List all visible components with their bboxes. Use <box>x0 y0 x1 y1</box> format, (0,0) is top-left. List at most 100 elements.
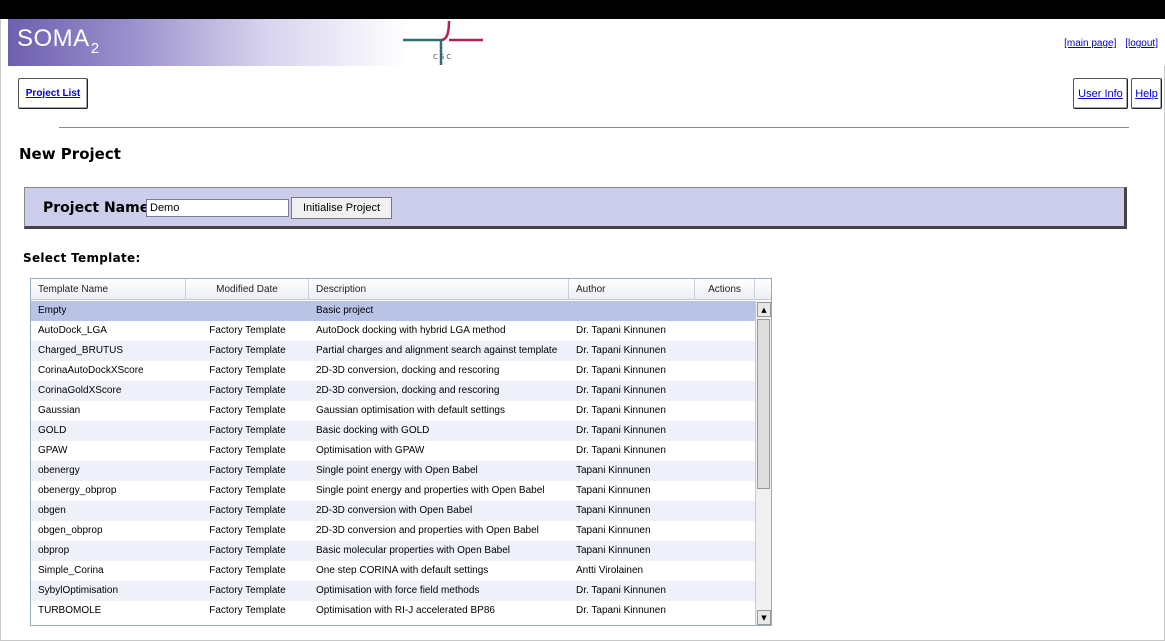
cell-modified-date: Factory Template <box>209 325 286 336</box>
cell-actions <box>695 541 755 561</box>
project-name-label: Project Name: <box>43 200 155 216</box>
cell-template-name: Empty <box>38 305 67 316</box>
cell-modified-date: Factory Template <box>209 605 286 616</box>
cell-author: Tapani Kinnunen <box>576 465 651 476</box>
main-page-link[interactable]: [main page] <box>1064 38 1116 49</box>
table-row[interactable]: obenergy Factory Template Single point ene… <box>31 461 755 481</box>
table-row[interactable]: Empty Basic project <box>31 301 755 321</box>
column-header-template-name[interactable]: Template Name <box>31 279 186 300</box>
initialise-project-button[interactable]: Initialise Project <box>291 197 392 219</box>
cell-modified-date: Factory Template <box>209 465 286 476</box>
table-row[interactable]: Charged_BRUTUS Factory Template Partial ch… <box>31 341 755 361</box>
vertical-scrollbar[interactable]: ▲ ▼ <box>755 301 771 625</box>
cell-modified-date: Factory Template <box>209 425 286 436</box>
cell-author: Dr. Tapani Kinnunen <box>576 325 666 336</box>
scroll-up-icon[interactable]: ▲ <box>757 302 771 317</box>
cell-template-name: SybylOptimisation <box>38 585 119 596</box>
table-row[interactable]: CorinaAutoDockXScore Factory Template 2D-3… <box>31 361 755 381</box>
cell-template-name: obgen_obprop <box>38 525 103 536</box>
cell-description: Basic molecular properties with Open Bab… <box>316 545 510 556</box>
table-row[interactable]: GOLD Factory Template Basic docking with G… <box>31 421 755 441</box>
project-name-input[interactable] <box>146 199 289 217</box>
scrollbar-thumb[interactable] <box>757 319 770 489</box>
table-row[interactable]: obenergy_obprop Factory Template Single po… <box>31 481 755 501</box>
cell-modified-date: Factory Template <box>209 405 286 416</box>
table-row[interactable]: AutoDock_LGA Factory Template AutoDock doc… <box>31 321 755 341</box>
column-header-modified-date[interactable]: Modified Date <box>186 279 309 300</box>
cell-template-name: AutoDock_LGA <box>38 325 107 336</box>
header-links: [main page] [logout] <box>1058 38 1158 49</box>
grid-header: Template Name Modified Date Description … <box>31 279 771 300</box>
cell-template-name: obgen <box>38 505 66 516</box>
cell-actions <box>695 601 755 621</box>
cell-actions <box>695 581 755 601</box>
cell-author: Antti Virolainen <box>576 565 644 576</box>
column-header-actions[interactable]: Actions <box>695 279 755 300</box>
csc-text: CSC <box>433 53 454 61</box>
table-row[interactable]: SybylOptimisation Factory Template Optimis… <box>31 581 755 601</box>
table-row[interactable]: obgen_obprop Factory Template 2D-3D conver… <box>31 521 755 541</box>
user-info-button[interactable]: User Info <box>1073 78 1128 109</box>
cell-modified-date: Factory Template <box>209 345 286 356</box>
cell-author: Dr. Tapani Kinnunen <box>576 365 666 376</box>
project-name-bar: Project Name: Initialise Project <box>24 187 1127 229</box>
cell-author: Dr. Tapani Kinnunen <box>576 585 666 596</box>
cell-description: Optimisation with RI-J accelerated BP86 <box>316 605 495 616</box>
cell-actions <box>695 321 755 341</box>
cell-author: Tapani Kinnunen <box>576 485 651 496</box>
cell-template-name: obenergy <box>38 465 80 476</box>
column-header-author[interactable]: Author <box>569 279 695 300</box>
project-list-button[interactable]: Project List <box>18 78 88 109</box>
cell-actions <box>695 461 755 481</box>
table-row[interactable]: obgen Factory Template 2D-3D conversion wi… <box>31 501 755 521</box>
cell-actions <box>695 521 755 541</box>
table-row[interactable]: GPAW Factory Template Optimisation with GP… <box>31 441 755 461</box>
cell-author <box>576 301 695 321</box>
cell-description: AutoDock docking with hybrid LGA method <box>316 325 506 336</box>
cell-actions <box>695 561 755 581</box>
cell-author: Tapani Kinnunen <box>576 505 651 516</box>
cell-modified-date: Factory Template <box>209 565 286 576</box>
top-bar <box>0 0 1165 19</box>
cell-modified-date: Factory Template <box>209 445 286 456</box>
cell-actions <box>695 301 755 321</box>
cell-template-name: Simple_Corina <box>38 565 104 576</box>
cell-modified-date: Factory Template <box>209 385 286 396</box>
cell-description: Single point energy with Open Babel <box>316 465 478 476</box>
table-row[interactable]: Gaussian Factory Template Gaussian optimis… <box>31 401 755 421</box>
divider <box>59 127 1129 128</box>
help-button[interactable]: Help <box>1131 78 1162 109</box>
cell-template-name: obenergy_obprop <box>38 485 117 496</box>
table-row[interactable]: Simple_Corina Factory Template One step CO… <box>31 561 755 581</box>
cell-actions <box>695 421 755 441</box>
cell-template-name: Charged_BRUTUS <box>38 345 124 356</box>
cell-author: Dr. Tapani Kinnunen <box>576 605 666 616</box>
cell-description: 2D-3D conversion, docking and rescoring <box>316 365 500 376</box>
cell-actions <box>695 381 755 401</box>
scroll-down-icon[interactable]: ▼ <box>757 610 771 625</box>
cell-modified-date: Factory Template <box>209 485 286 496</box>
cell-author: Dr. Tapani Kinnunen <box>576 405 666 416</box>
cell-template-name: GOLD <box>38 425 67 436</box>
cell-modified-date: Factory Template <box>209 525 286 536</box>
column-header-description[interactable]: Description <box>309 279 569 300</box>
template-grid: Template Name Modified Date Description … <box>30 278 772 626</box>
logout-link[interactable]: [logout] <box>1125 38 1158 49</box>
cell-actions <box>695 501 755 521</box>
cell-description: Single point energy and properties with … <box>316 485 545 496</box>
cell-actions <box>695 481 755 501</box>
cell-description: Basic docking with GOLD <box>316 425 430 436</box>
select-template-title: Select Template: <box>23 251 141 265</box>
template-rows: Empty Basic project AutoDock_LGA Factory Te… <box>31 301 755 621</box>
cell-author: Tapani Kinnunen <box>576 545 651 556</box>
table-row[interactable]: obprop Factory Template Basic molecular pr… <box>31 541 755 561</box>
cell-modified-date: Factory Template <box>209 545 286 556</box>
cell-description: 2D-3D conversion, docking and rescoring <box>316 385 500 396</box>
cell-actions <box>695 361 755 381</box>
table-row[interactable]: TURBOMOLE Factory Template Optimisation wi… <box>31 601 755 621</box>
cell-description: 2D-3D conversion and properties with Ope… <box>316 525 539 536</box>
cell-description: 2D-3D conversion with Open Babel <box>316 505 473 516</box>
table-row[interactable]: CorinaGoldXScore Factory Template 2D-3D co… <box>31 381 755 401</box>
cell-template-name: CorinaAutoDockXScore <box>38 365 144 376</box>
page-title: New Project <box>19 145 121 163</box>
